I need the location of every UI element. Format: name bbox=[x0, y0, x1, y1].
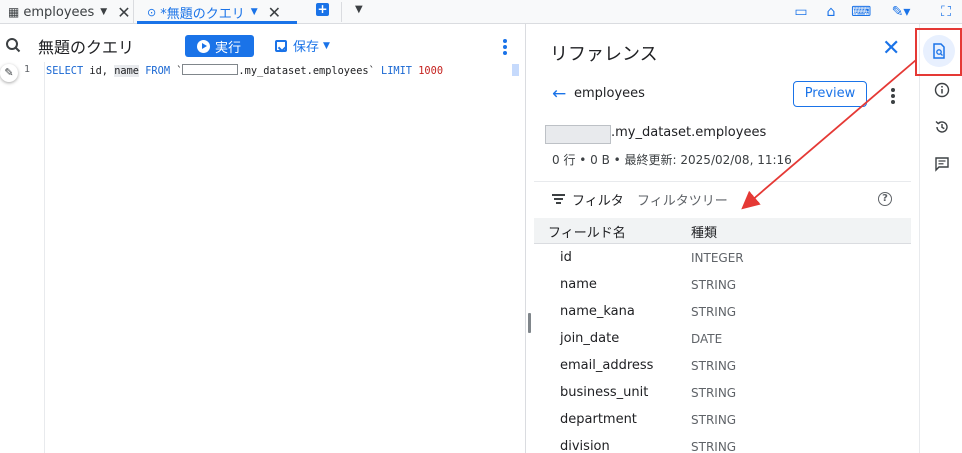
sql-text: name bbox=[114, 65, 140, 77]
schedule-icon[interactable]: ▭ bbox=[792, 3, 810, 21]
highlight-box bbox=[915, 28, 962, 76]
preview-button[interactable]: Preview bbox=[793, 81, 867, 107]
table-row[interactable]: name STRING bbox=[534, 272, 911, 299]
divider bbox=[341, 2, 342, 22]
query-icon: ⊙ bbox=[147, 5, 157, 19]
field-type: DATE bbox=[691, 332, 723, 346]
field-name: join_date bbox=[560, 331, 620, 346]
filter-label: フィルタ bbox=[572, 194, 624, 209]
table-row[interactable]: email_address STRING bbox=[534, 353, 911, 380]
table-path: .my_dataset.employees bbox=[611, 125, 767, 140]
more-options-icon[interactable] bbox=[891, 88, 895, 106]
keyboard-icon[interactable]: ⌨ bbox=[851, 3, 871, 21]
sql-keyword: LIMIT bbox=[374, 65, 419, 77]
chevron-down-icon[interactable]: ▼ bbox=[251, 7, 258, 17]
query-title: 無題のクエリ bbox=[38, 38, 135, 57]
save-label: 保存 bbox=[293, 40, 320, 55]
scrollbar-marker[interactable] bbox=[512, 64, 519, 76]
field-type: STRING bbox=[691, 305, 737, 319]
save-button[interactable]: 保存 ▼ bbox=[275, 36, 330, 55]
field-type: STRING bbox=[691, 440, 737, 453]
more-options-icon[interactable] bbox=[503, 39, 507, 57]
close-icon[interactable]: ✕ bbox=[882, 38, 900, 60]
table-icon: ▦ bbox=[8, 5, 20, 19]
table-row[interactable]: join_date DATE bbox=[534, 326, 911, 353]
table-row[interactable]: department STRING bbox=[534, 407, 911, 434]
table-row[interactable]: division STRING bbox=[534, 434, 911, 453]
sql-number: 1000 bbox=[418, 65, 444, 77]
column-header-field: フィールド名 bbox=[548, 226, 626, 241]
panel-divider bbox=[525, 24, 526, 453]
field-name: email_address bbox=[560, 358, 654, 373]
query-icon bbox=[6, 38, 21, 53]
magic-wand-icon[interactable]: ✎▾ bbox=[886, 3, 916, 21]
fullscreen-icon[interactable]: ⛶ bbox=[937, 3, 955, 21]
sql-editor[interactable]: SELECT id, name FROM ` .my_dataset.employ… bbox=[46, 64, 443, 77]
field-type: STRING bbox=[691, 359, 737, 373]
field-name: division bbox=[560, 439, 610, 453]
panel-title: リファレンス bbox=[550, 44, 658, 65]
active-tab-indicator bbox=[137, 21, 297, 24]
table-row[interactable]: id INTEGER bbox=[534, 245, 911, 272]
run-label: 実行 bbox=[215, 40, 242, 56]
help-icon[interactable]: ? bbox=[878, 192, 892, 206]
field-name: name_kana bbox=[560, 304, 635, 319]
field-name: id bbox=[560, 250, 572, 265]
redacted-project-id bbox=[182, 64, 239, 75]
sql-text: .my_dataset.employees bbox=[238, 65, 369, 77]
tab-employees[interactable]: ▦ employees ▼ ✕ bbox=[0, 0, 134, 24]
gemini-assist-icon[interactable]: ✎ bbox=[0, 64, 18, 82]
run-button[interactable]: 実行 bbox=[185, 35, 254, 57]
divider bbox=[534, 181, 911, 182]
save-icon bbox=[275, 39, 287, 52]
sql-text: id, bbox=[83, 65, 115, 77]
close-icon[interactable]: ✕ bbox=[268, 3, 281, 22]
filter-icon[interactable] bbox=[552, 194, 565, 206]
table-name: employees bbox=[574, 86, 645, 101]
table-row[interactable]: business_unit STRING bbox=[534, 380, 911, 407]
column-header-type: 種類 bbox=[691, 226, 718, 241]
sql-keyword: SELECT bbox=[46, 65, 84, 77]
line-number: 1 bbox=[24, 64, 31, 75]
bigquery-workspace: ▦ employees ▼ ✕ ⊙ *無題のクエリ ▼ ✕ + ▼ ▭ ⌂ ⌨ … bbox=[0, 0, 962, 453]
resize-handle[interactable] bbox=[528, 313, 531, 333]
play-icon bbox=[197, 39, 210, 53]
history-icon[interactable] bbox=[934, 119, 950, 135]
field-name: business_unit bbox=[560, 385, 649, 400]
field-type: STRING bbox=[691, 386, 737, 400]
info-icon[interactable] bbox=[934, 82, 950, 98]
table-meta: 0 行 • 0 B • 最終更新: 2025/02/08, 11:16 bbox=[552, 153, 792, 167]
tab-label: employees bbox=[23, 4, 95, 20]
sql-keyword: FROM bbox=[139, 65, 177, 77]
redacted-project-id bbox=[545, 125, 611, 144]
chevron-down-icon: ▼ bbox=[323, 40, 330, 51]
chevron-down-icon[interactable]: ▼ bbox=[355, 4, 363, 15]
field-name: name bbox=[560, 277, 597, 292]
table-row[interactable]: name_kana STRING bbox=[534, 299, 911, 326]
new-tab-icon[interactable]: + bbox=[316, 3, 329, 16]
editor-gutter bbox=[0, 62, 45, 453]
close-icon[interactable]: ✕ bbox=[117, 3, 130, 22]
home-icon[interactable]: ⌂ bbox=[822, 3, 840, 21]
filter-input[interactable]: フィルタツリー bbox=[637, 190, 728, 209]
tab-label: *無題のクエリ bbox=[160, 6, 245, 22]
field-name: department bbox=[560, 412, 637, 427]
field-type: STRING bbox=[691, 413, 737, 427]
field-type: STRING bbox=[691, 278, 737, 292]
back-arrow-icon[interactable]: ← bbox=[552, 84, 566, 104]
comment-icon[interactable] bbox=[934, 156, 950, 172]
chevron-down-icon[interactable]: ▼ bbox=[100, 7, 107, 17]
field-type: INTEGER bbox=[691, 251, 744, 265]
